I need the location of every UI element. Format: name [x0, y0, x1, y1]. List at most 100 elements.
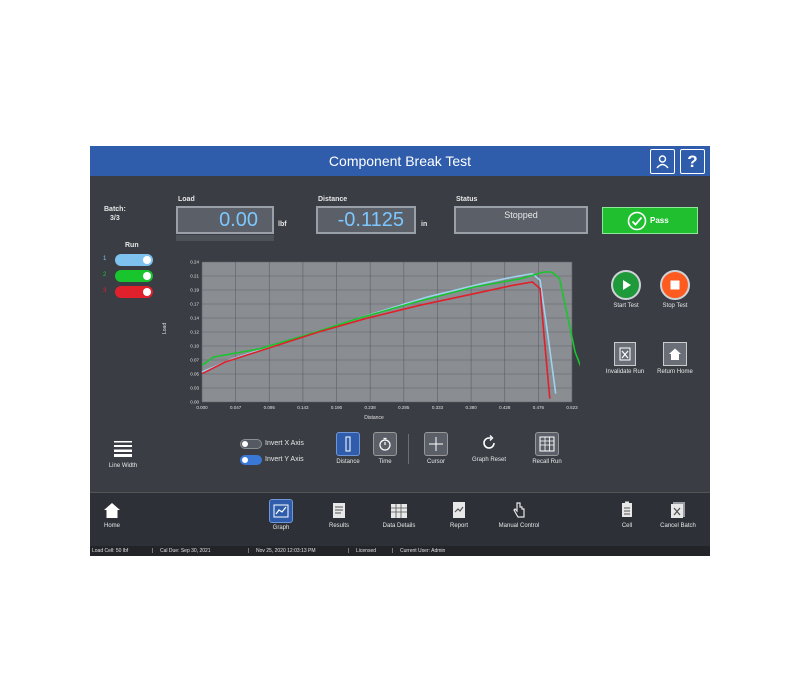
nav-data-details[interactable]: Data Details	[374, 499, 424, 529]
invert-y-label: Invert Y Axis	[265, 456, 304, 463]
distance-axis-button[interactable]: Distance	[330, 432, 366, 465]
x-tick-label: 0.476	[533, 405, 545, 410]
toggle-knob	[242, 441, 248, 447]
run-number-1: 1	[103, 256, 107, 262]
line-width-button[interactable]: Line Width	[100, 438, 146, 469]
run-toggle-2[interactable]	[115, 270, 153, 282]
distance-axis-label: Distance	[336, 459, 360, 465]
status-value: Stopped	[504, 210, 538, 220]
reset-icon	[478, 432, 500, 454]
x-tick-label: 0.428	[499, 405, 511, 410]
nav-home-label: Home	[103, 523, 120, 529]
y-tick-label: 0.12	[190, 330, 199, 335]
y-tick-label: 0.03	[190, 386, 199, 391]
line-width-icon	[112, 438, 134, 460]
x-tick-label: 0.380	[465, 405, 477, 410]
run-toggle-1[interactable]	[115, 254, 153, 266]
x-tick-label: 0.190	[331, 405, 343, 410]
nav-manual-control-label: Manual Control	[498, 523, 540, 529]
invalidate-run-button[interactable]: Invalidate Run	[602, 342, 648, 375]
invert-x-label: Invert X Axis	[265, 440, 304, 447]
line-width-label: Line Width	[108, 463, 138, 469]
status-user: Current User: Admin	[400, 548, 446, 554]
crosshair-icon	[424, 432, 448, 456]
divider	[408, 434, 409, 464]
start-test-button[interactable]: Start Test	[606, 270, 646, 309]
x-tick-label: 0.333	[432, 405, 444, 410]
recall-run-button[interactable]: Recall Run	[524, 432, 570, 465]
x-axis-ticks: 0.000 0.047 0.095 0.143 0.190 0.238 0.285 0.333…	[196, 405, 578, 410]
nav-report[interactable]: Report	[442, 499, 476, 529]
time-axis-label: Time	[378, 459, 392, 465]
ruler-icon	[336, 432, 360, 456]
nav-cancel-batch[interactable]: Cancel Batch	[650, 499, 706, 529]
title-bar: Component Break Test ?	[90, 146, 710, 176]
y-tick-label: 0.17	[190, 302, 199, 307]
nav-graph[interactable]: Graph	[264, 499, 298, 531]
check-circle-icon	[627, 211, 647, 231]
y-tick-label: 0.07	[190, 358, 199, 363]
help-icon[interactable]: ?	[680, 149, 705, 174]
load-distance-chart[interactable]: 0.00 0.03 0.05 0.07 0.10 0.12 0.14 0.17 0.19 0.21…	[160, 256, 580, 422]
data-details-icon	[388, 499, 410, 521]
stop-icon	[660, 270, 690, 300]
return-home-label: Return Home	[657, 369, 693, 375]
toggle-knob	[242, 457, 248, 463]
run-number-3: 3	[103, 288, 107, 294]
app-window: Component Break Test ? Batch: 3/3 Load 0…	[90, 146, 710, 556]
cancel-batch-icon	[667, 499, 689, 521]
y-axis-ticks: 0.00 0.03 0.05 0.07 0.10 0.12 0.14 0.17 0.19 0.21…	[190, 260, 199, 405]
nav-graph-label: Graph	[272, 525, 290, 531]
nav-home[interactable]: Home	[94, 499, 130, 529]
start-test-label: Start Test	[613, 303, 639, 309]
run-label: Run	[125, 242, 139, 249]
graph-reset-button[interactable]: Graph Reset	[466, 432, 512, 463]
x-tick-label: 0.095	[264, 405, 276, 410]
graph-icon	[269, 499, 293, 523]
main-panel: Batch: 3/3 Load 0.00 lbf Distance -0.112…	[90, 176, 710, 492]
status-datetime: Nov 25, 2020 12:03:13 PM	[256, 548, 316, 554]
toggle-knob	[143, 256, 151, 264]
batch-label: Batch:	[104, 206, 126, 213]
status-cal-due: Cal Due: Sep 30, 2021	[160, 548, 211, 554]
invalidate-run-label: Invalidate Run	[605, 369, 645, 375]
invert-y-toggle[interactable]	[240, 455, 262, 465]
stopwatch-icon	[373, 432, 397, 456]
status-label: Status	[456, 196, 478, 203]
nav-cell[interactable]: Cell	[610, 499, 644, 529]
load-value: 0.00	[219, 209, 258, 231]
load-unit: lbf	[278, 221, 287, 228]
pass-badge: Pass	[602, 207, 698, 234]
y-tick-label: 0.21	[190, 274, 199, 279]
y-tick-label: 0.19	[190, 288, 199, 293]
user-icon[interactable]	[650, 149, 675, 174]
results-icon	[328, 499, 350, 521]
x-tick-label: 0.523	[566, 405, 578, 410]
x-axis-label: Distance	[364, 415, 384, 421]
status-display: Stopped	[454, 206, 588, 234]
return-home-button[interactable]: Return Home	[652, 342, 698, 375]
toggle-knob	[143, 288, 151, 296]
nav-manual-control[interactable]: Manual Control	[488, 499, 550, 529]
invert-x-toggle[interactable]	[240, 439, 262, 449]
hand-pointer-icon	[508, 499, 530, 521]
recall-run-label: Recall Run	[532, 459, 562, 465]
y-tick-label: 0.05	[190, 372, 199, 377]
nav-report-label: Report	[449, 523, 468, 529]
time-axis-button[interactable]: Time	[370, 432, 400, 465]
load-display: 0.00	[176, 206, 274, 234]
stop-test-button[interactable]: Stop Test	[655, 270, 695, 309]
cursor-label: Cursor	[426, 459, 445, 465]
toggle-knob	[143, 272, 151, 280]
y-tick-label: 0.10	[190, 344, 199, 349]
x-tick-label: 0.143	[297, 405, 309, 410]
distance-label: Distance	[318, 196, 348, 203]
home-icon	[101, 499, 123, 521]
cell-icon	[616, 499, 638, 521]
cursor-button[interactable]: Cursor	[418, 432, 454, 465]
nav-cell-label: Cell	[621, 523, 633, 529]
nav-results[interactable]: Results	[322, 499, 356, 529]
app-title: Component Break Test	[328, 153, 472, 169]
run-toggle-3[interactable]	[115, 286, 153, 298]
status-bar: Load Cell: 50 lbf | Cal Due: Sep 30, 202…	[90, 546, 710, 556]
